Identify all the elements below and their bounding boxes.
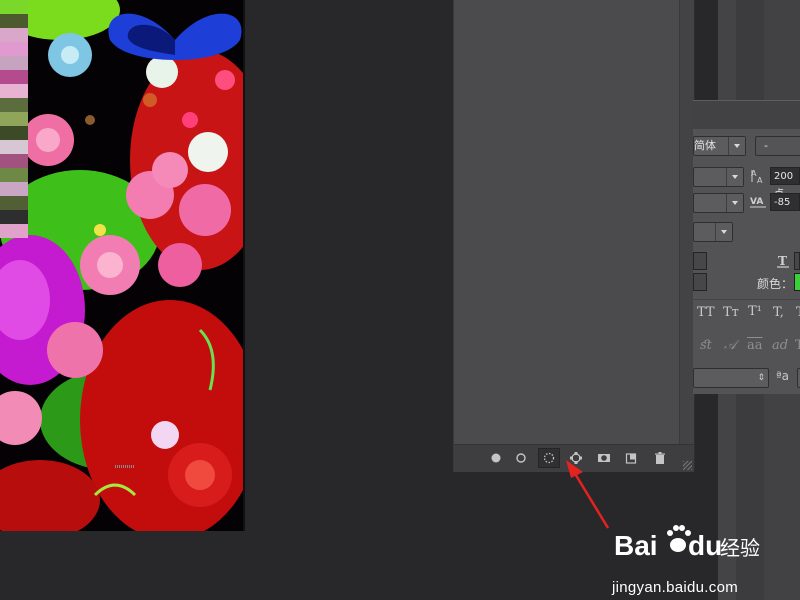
svg-text:经验: 经验: [720, 536, 760, 560]
svg-text:du: du: [688, 530, 722, 561]
svg-text:Bai: Bai: [614, 530, 658, 561]
watermark-url: jingyan.baidu.com: [612, 579, 739, 596]
annotation-arrow: [566, 460, 610, 529]
